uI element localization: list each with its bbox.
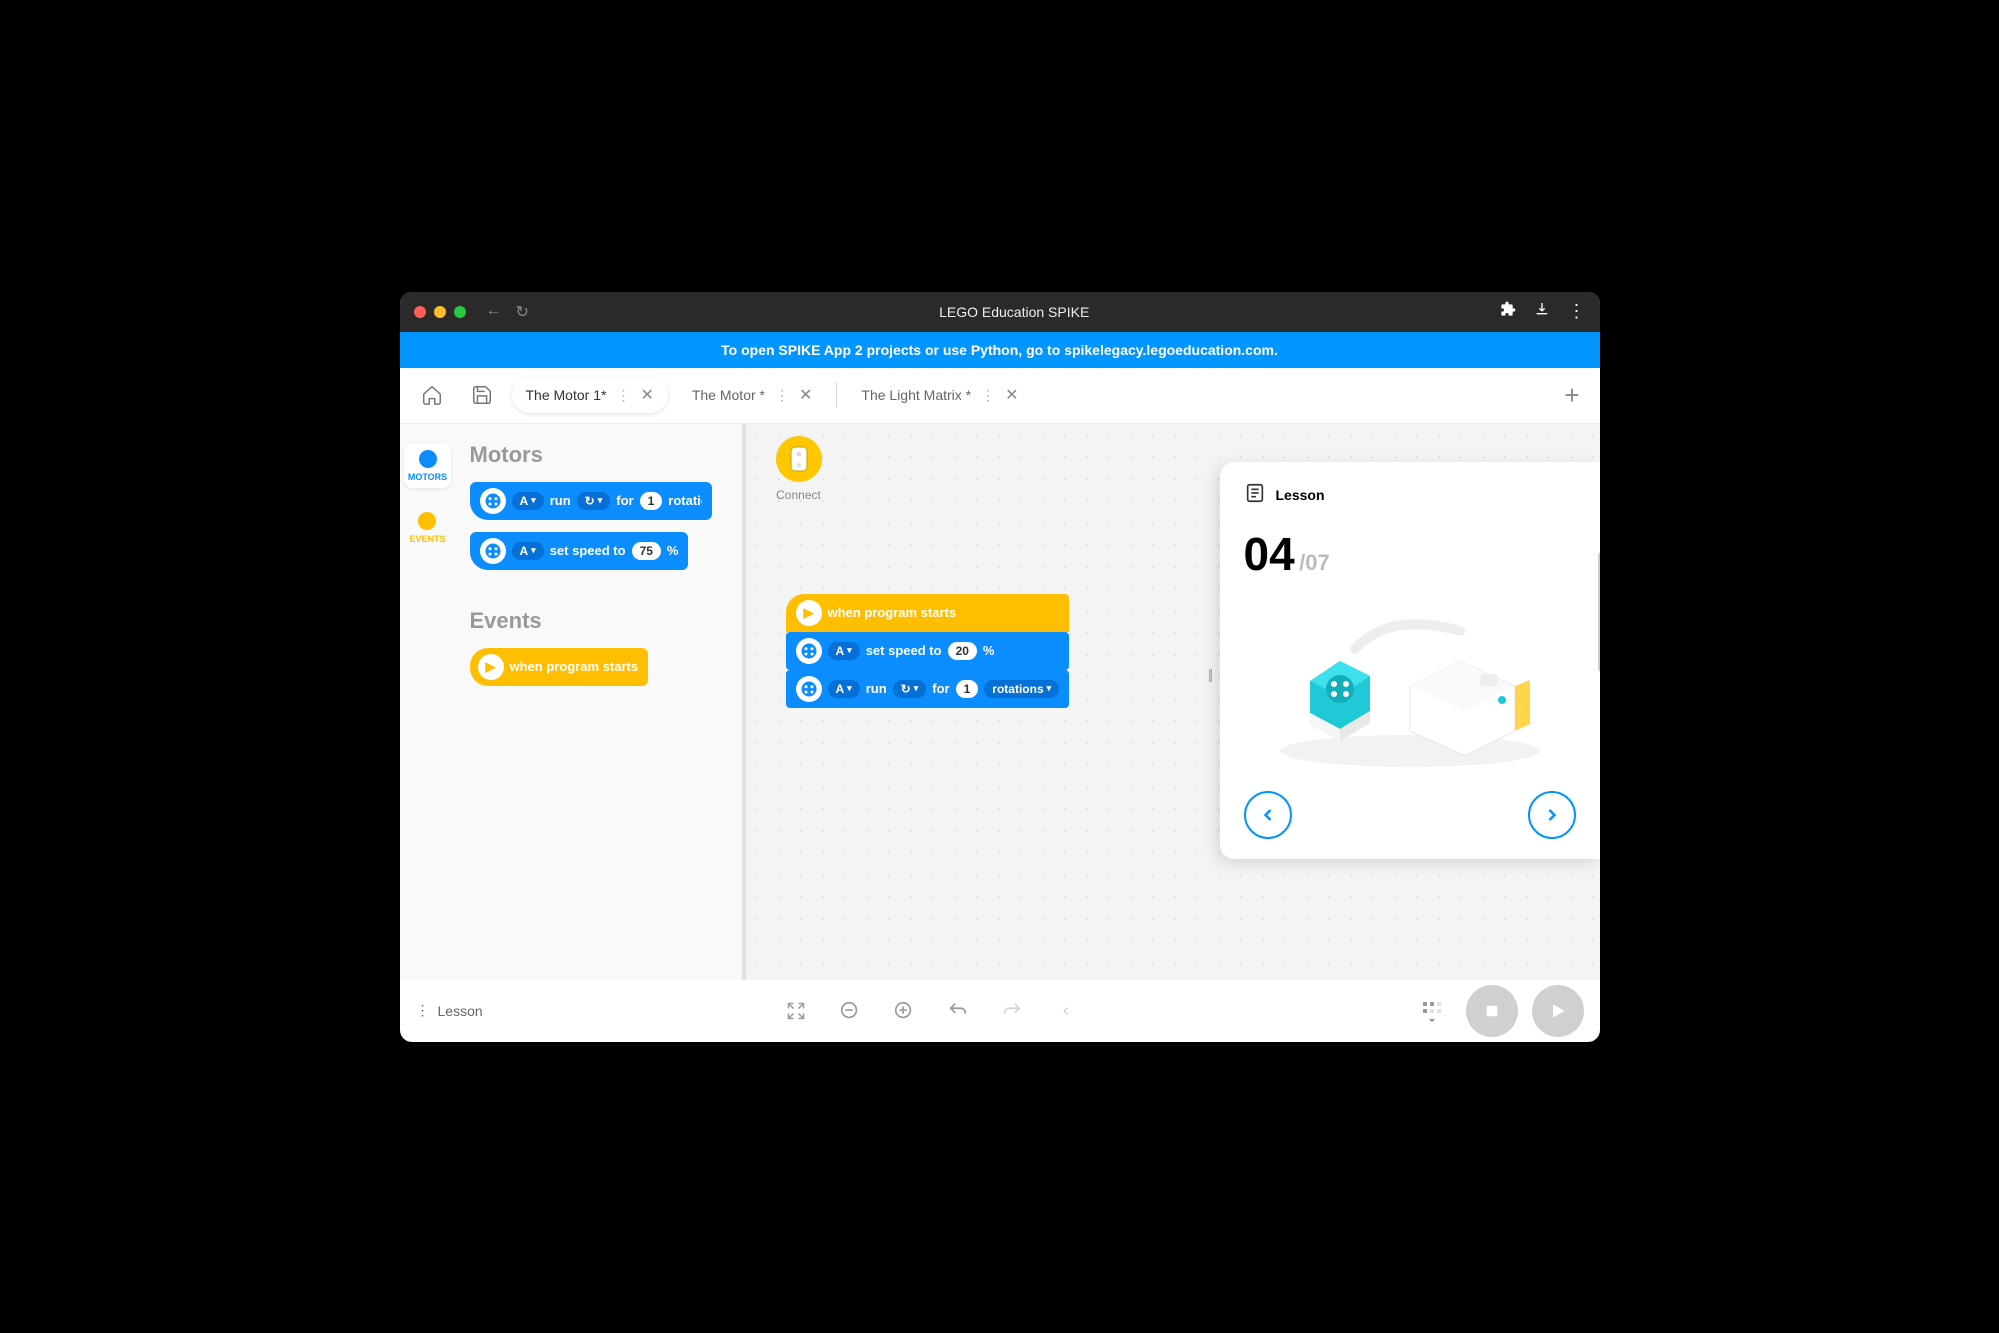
port-dropdown[interactable]: A ▾ — [512, 542, 544, 560]
events-dot-icon — [418, 512, 436, 530]
scrollbar[interactable] — [1598, 552, 1600, 672]
redo-button[interactable] — [992, 991, 1032, 1031]
count-input[interactable]: 1 — [640, 492, 663, 510]
direction-dropdown[interactable]: ↻ ▾ — [893, 680, 927, 698]
bottom-toolbar: ⋮ Lesson — [400, 980, 1600, 1042]
lesson-image — [1244, 591, 1576, 781]
motor-icon — [480, 488, 506, 514]
play-icon: ▶ — [796, 600, 822, 626]
tab-close-icon[interactable]: ✕ — [640, 385, 653, 405]
speed-input[interactable]: 20 — [948, 642, 977, 660]
block-palette: Motors A ▾ run ↻ ▾ for 1 rotations A ▾ s… — [456, 424, 746, 980]
block-when-program-starts[interactable]: ▶ when program starts — [470, 648, 649, 686]
zoom-in-button[interactable] — [884, 991, 924, 1031]
tab-light-matrix[interactable]: The Light Matrix * ⋮ ✕ — [847, 377, 1032, 413]
tab-menu-icon[interactable]: ⋮ — [616, 387, 630, 404]
lesson-step-total: /07 — [1299, 550, 1330, 575]
fit-view-button[interactable] — [776, 991, 816, 1031]
stack-when-start[interactable]: ▶ when program starts — [786, 594, 1070, 632]
close-window[interactable] — [414, 306, 426, 318]
lesson-menu-icon[interactable]: ⋮ — [416, 1002, 430, 1019]
minimize-window[interactable] — [434, 306, 446, 318]
lesson-panel-toggle[interactable]: || — [1202, 654, 1218, 694]
stack-run[interactable]: A ▾ run ↻ ▾ for 1 rotations ▾ — [786, 670, 1070, 708]
reload-button[interactable]: ↻ — [516, 302, 529, 322]
nav-controls: ← ↻ — [486, 302, 529, 322]
back-button[interactable]: ← — [486, 302, 502, 322]
palette-section-motors: Motors — [470, 442, 742, 468]
port-dropdown[interactable]: A ▾ — [828, 680, 860, 698]
category-sidebar: MOTORS EVENTS — [400, 424, 456, 980]
block-motor-speed[interactable]: A ▾ set speed to 75 % — [470, 532, 689, 570]
tab-menu-icon[interactable]: ⋮ — [981, 387, 995, 404]
tab-separator — [836, 382, 837, 408]
save-button[interactable] — [462, 375, 502, 415]
tab-menu-icon[interactable]: ⋮ — [775, 387, 789, 404]
hub-icon — [776, 436, 822, 482]
motors-dot-icon — [419, 450, 437, 468]
run-button[interactable] — [1532, 985, 1584, 1037]
port-dropdown[interactable]: A ▾ — [828, 642, 860, 660]
download-icon[interactable] — [1534, 301, 1550, 322]
stack-set-speed[interactable]: A ▾ set speed to 20 % — [786, 632, 1070, 670]
motor-icon — [796, 638, 822, 664]
lesson-footer-label: Lesson — [438, 1003, 483, 1019]
connect-hub-button[interactable]: Connect — [776, 436, 822, 502]
lesson-heading: Lesson — [1276, 487, 1325, 503]
tab-close-icon[interactable]: ✕ — [1005, 385, 1018, 405]
home-button[interactable] — [412, 375, 452, 415]
main-area: MOTORS EVENTS Motors A ▾ run ↻ ▾ for 1 r… — [400, 424, 1600, 980]
palette-section-events: Events — [470, 608, 742, 634]
port-dropdown[interactable]: A ▾ — [512, 492, 544, 510]
maximize-window[interactable] — [454, 306, 466, 318]
stop-button[interactable] — [1466, 985, 1518, 1037]
more-icon[interactable]: ⋮ — [1568, 301, 1586, 322]
speed-input[interactable]: 75 — [632, 542, 661, 560]
motor-icon — [796, 676, 822, 702]
legacy-banner: To open SPIKE App 2 projects or use Pyth… — [400, 332, 1600, 368]
window-title: LEGO Education SPIKE — [537, 304, 1492, 320]
category-motors[interactable]: MOTORS — [404, 444, 451, 488]
unit-dropdown[interactable]: rotations ▾ — [984, 680, 1059, 698]
canvas[interactable]: Connect ▶ when program starts A ▾ set sp… — [746, 424, 1600, 980]
tab-bar: The Motor 1* ⋮ ✕ The Motor * ⋮ ✕ The Lig… — [400, 368, 1600, 424]
undo-button[interactable] — [938, 991, 978, 1031]
motor-icon — [480, 538, 506, 564]
count-input[interactable]: 1 — [956, 680, 979, 698]
direction-dropdown[interactable]: ↻ ▾ — [577, 492, 611, 510]
titlebar: ← ↻ LEGO Education SPIKE ⋮ — [400, 292, 1600, 332]
tab-motor-1[interactable]: The Motor 1* ⋮ ✕ — [512, 377, 668, 413]
category-events[interactable]: EVENTS — [405, 506, 449, 550]
play-icon: ▶ — [478, 654, 504, 680]
tab-motor[interactable]: The Motor * ⋮ ✕ — [678, 377, 827, 413]
app-window: ← ↻ LEGO Education SPIKE ⋮ To open SPIKE… — [400, 292, 1600, 1042]
extensions-icon[interactable] — [1500, 301, 1516, 322]
tab-close-icon[interactable]: ✕ — [799, 385, 812, 405]
lesson-next-button[interactable] — [1528, 791, 1576, 839]
block-motor-run[interactable]: A ▾ run ↻ ▾ for 1 rotations — [470, 482, 713, 520]
collapse-button[interactable] — [1046, 991, 1086, 1031]
zoom-out-button[interactable] — [830, 991, 870, 1031]
lesson-panel: Lesson 04 /07 — [1220, 462, 1600, 859]
lesson-step-current: 04 — [1244, 528, 1295, 580]
block-stack[interactable]: ▶ when program starts A ▾ set speed to 2… — [786, 594, 1070, 708]
traffic-lights — [414, 306, 466, 318]
lesson-prev-button[interactable] — [1244, 791, 1292, 839]
download-slot-button[interactable] — [1412, 991, 1452, 1031]
new-tab-button[interactable]: + — [1556, 380, 1587, 411]
lesson-icon — [1244, 482, 1266, 509]
